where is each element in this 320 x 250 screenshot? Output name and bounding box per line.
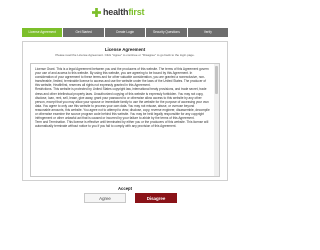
logo-text: healthfirst [103, 7, 145, 17]
logo-text-health: health [103, 7, 129, 17]
tab-verify[interactable]: Verify [187, 28, 229, 37]
tab-license-agreement[interactable]: License Agreement [22, 28, 63, 37]
accept-label: Accept [118, 186, 132, 191]
license-panel: License Agreement Please read the Licens… [22, 41, 228, 181]
panel-instructions: Please read the License Agreement. Click… [55, 53, 195, 57]
tab-get-started[interactable]: Get Started [63, 28, 104, 37]
tab-create-login[interactable]: Create Login [104, 28, 146, 37]
disagree-button[interactable]: Disagree [135, 193, 177, 203]
license-text: License Grant. This is a legal Agreement… [35, 67, 210, 129]
panel-title: License Agreement [104, 47, 146, 52]
logo-text-first: first [128, 7, 145, 17]
signup-steps-tabs: License Agreement Get Started Create Log… [22, 28, 229, 37]
agree-button[interactable]: Agree [84, 193, 126, 203]
healthfirst-logo[interactable]: healthfirst [92, 6, 145, 18]
healthfirst-cross-logo-icon [92, 7, 101, 17]
license-scrollbar[interactable] [214, 64, 219, 176]
tab-security-questions[interactable]: Security Questions [146, 28, 187, 37]
page-header: healthfirst [0, 0, 250, 24]
scrollbar-thumb[interactable] [215, 66, 218, 94]
license-text-box[interactable]: License Grant. This is a legal Agreement… [30, 63, 220, 177]
